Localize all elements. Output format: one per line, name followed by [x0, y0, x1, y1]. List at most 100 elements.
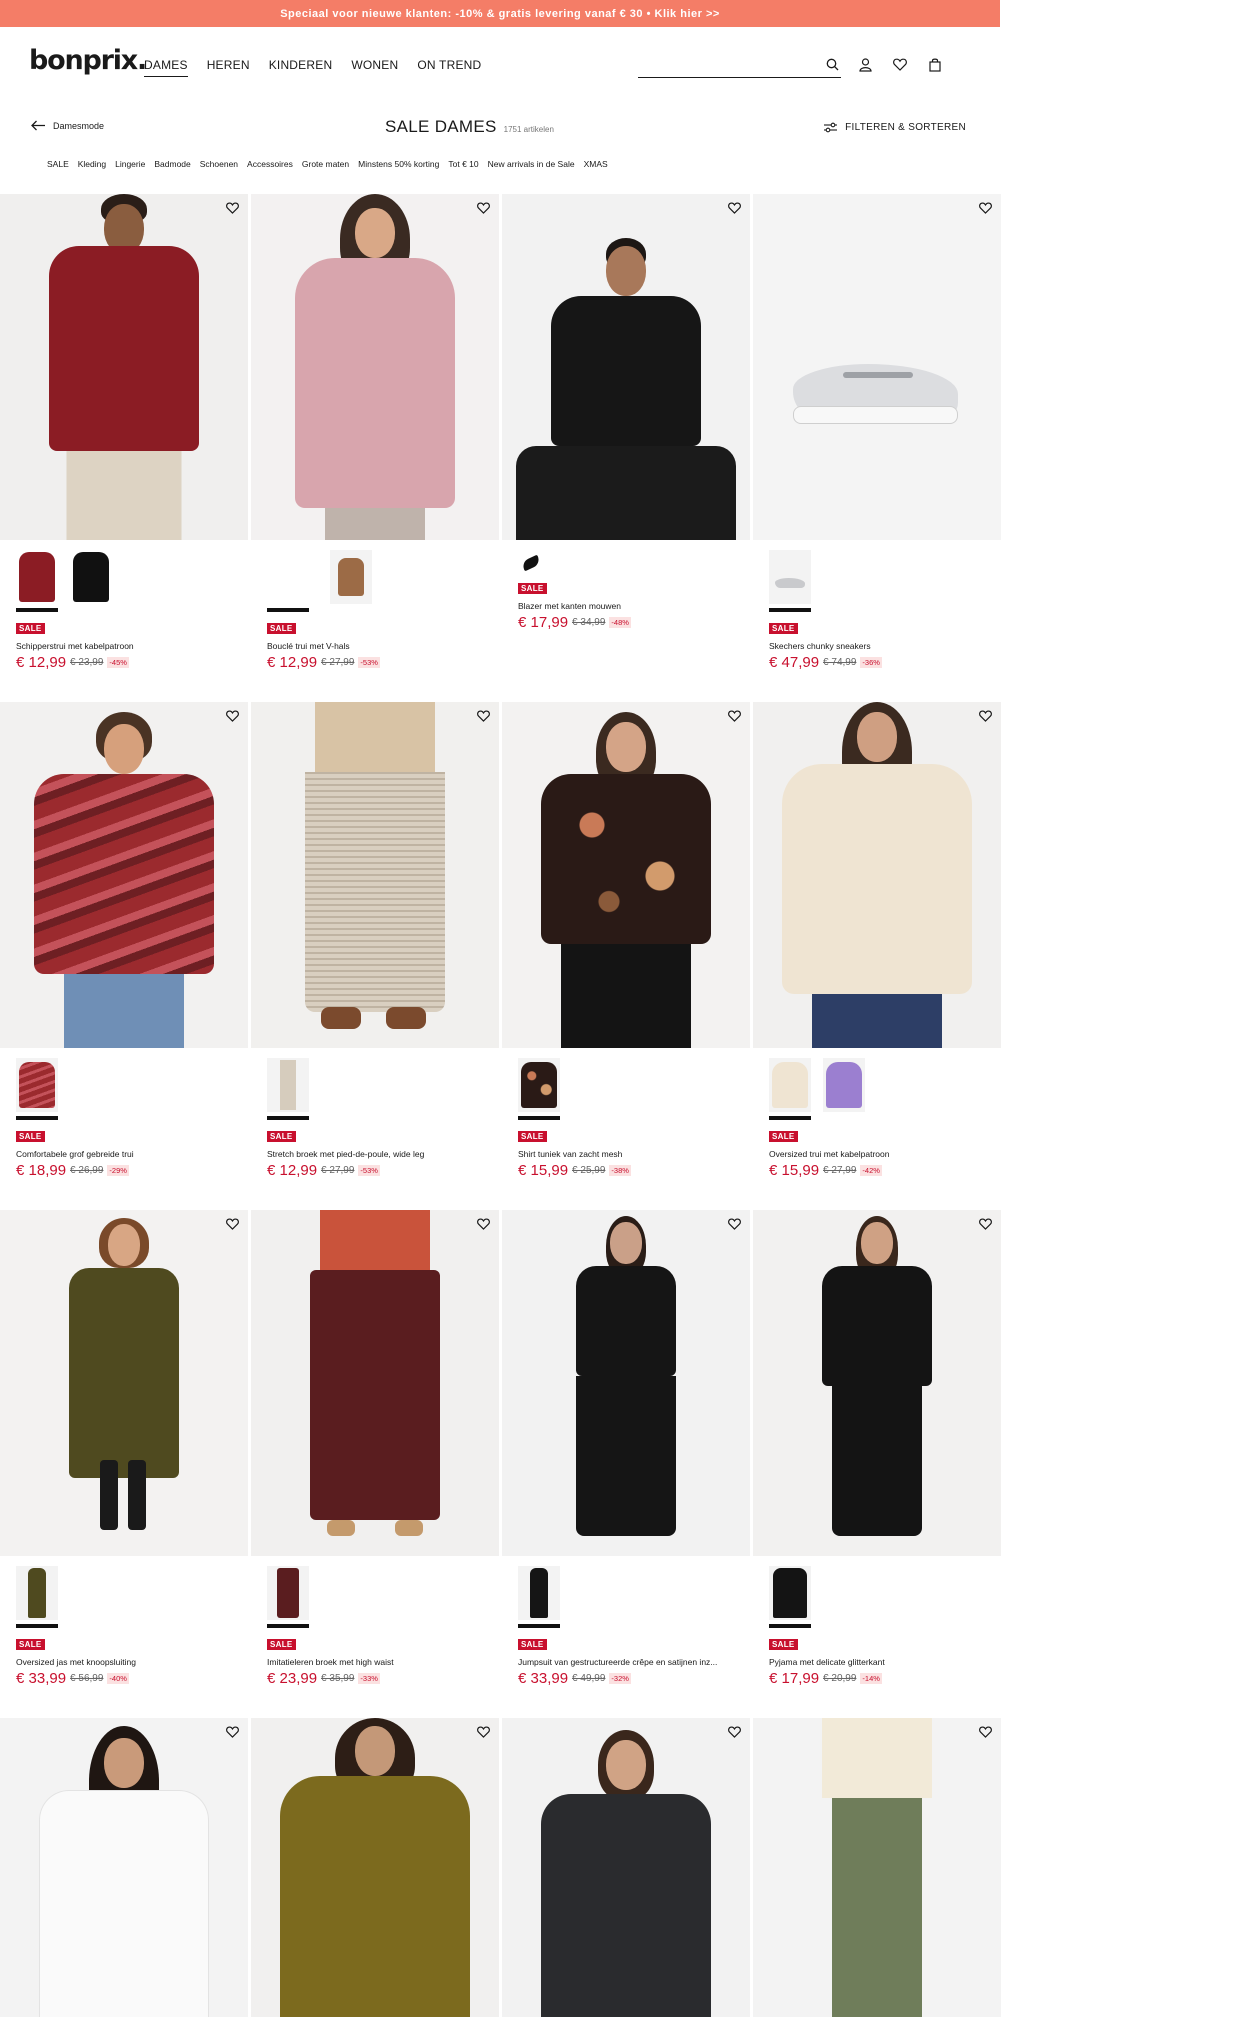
product-card[interactable]: SALE Schipperstrui met kabelpatroon € 12…: [0, 194, 248, 702]
product-image[interactable]: [502, 1718, 750, 2017]
wishlist-heart-icon[interactable]: [728, 202, 741, 214]
product-image[interactable]: [0, 194, 248, 540]
swatch-cream[interactable]: [769, 1058, 811, 1112]
nav-wonen[interactable]: WONEN: [351, 58, 398, 77]
filter-sort-button[interactable]: FILTEREN & SORTEREN: [823, 122, 966, 133]
product-card[interactable]: SALE Shirt tuniek van zacht mesh € 15,99…: [502, 702, 750, 1210]
subnav-sale[interactable]: SALE: [47, 159, 69, 169]
nav-on-trend[interactable]: ON TREND: [417, 58, 481, 77]
product-card[interactable]: SALE Oversized trui met kabelpatroon € 1…: [753, 702, 1001, 1210]
product-name[interactable]: Imitatieleren broek met high waist: [267, 1657, 487, 1667]
subnav-badmode[interactable]: Badmode: [154, 159, 190, 169]
swatch-black[interactable]: [769, 1566, 811, 1620]
swatch-burgundy[interactable]: [267, 1566, 309, 1620]
subnav-schoenen[interactable]: Schoenen: [200, 159, 238, 169]
product-card[interactable]: [251, 1718, 499, 2017]
product-card[interactable]: SALE Imitatieleren broek met high waist …: [251, 1210, 499, 1718]
wishlist-heart-icon[interactable]: [728, 710, 741, 722]
swatch-olive[interactable]: [16, 1566, 58, 1620]
product-name[interactable]: Jumpsuit van gestructureerde crêpe en sa…: [518, 1657, 738, 1667]
promo-banner[interactable]: Speciaal voor nieuwe klanten: -10% & gra…: [0, 0, 1000, 27]
subnav-xmas[interactable]: XMAS: [584, 159, 608, 169]
swatch-red[interactable]: [16, 550, 58, 604]
product-name[interactable]: Shirt tuniek van zacht mesh: [518, 1149, 738, 1159]
back-link[interactable]: Damesmode: [31, 120, 104, 131]
product-name[interactable]: Oversized trui met kabelpatroon: [769, 1149, 989, 1159]
nav-kinderen[interactable]: KINDEREN: [269, 58, 333, 77]
subnav-accessoires[interactable]: Accessoires: [247, 159, 293, 169]
swatch-black[interactable]: [70, 550, 112, 604]
product-image[interactable]: [0, 1718, 248, 2017]
product-name[interactable]: Schipperstrui met kabelpatroon: [16, 641, 236, 651]
wishlist-heart-icon[interactable]: [226, 710, 239, 722]
product-image[interactable]: [753, 1718, 1001, 2017]
nav-heren[interactable]: HEREN: [207, 58, 250, 77]
swatch-silver[interactable]: [769, 550, 811, 604]
product-card[interactable]: [0, 1718, 248, 2017]
wishlist-heart-icon[interactable]: [226, 202, 239, 214]
wishlist-heart-icon[interactable]: [728, 1218, 741, 1230]
swatch-floral[interactable]: [518, 1058, 560, 1112]
wishlist-heart-icon[interactable]: [979, 202, 992, 214]
product-card[interactable]: SALE Comfortabele grof gebreide trui € 1…: [0, 702, 248, 1210]
product-name[interactable]: Stretch broek met pied-de-poule, wide le…: [267, 1149, 487, 1159]
product-image[interactable]: [251, 1210, 499, 1556]
cart-icon[interactable]: [929, 58, 941, 72]
wishlist-heart-icon[interactable]: [979, 1218, 992, 1230]
product-image[interactable]: [753, 194, 1001, 540]
wishlist-heart-icon[interactable]: [226, 1218, 239, 1230]
swatch-red-multi[interactable]: [16, 1058, 58, 1112]
product-image[interactable]: [251, 702, 499, 1048]
wishlist-heart-icon[interactable]: [477, 1726, 490, 1738]
product-card[interactable]: [502, 1718, 750, 2017]
product-image[interactable]: [753, 702, 1001, 1048]
product-card[interactable]: SALE Skechers chunky sneakers € 47,99 € …: [753, 194, 1001, 702]
product-name[interactable]: Oversized jas met knoopsluiting: [16, 1657, 236, 1667]
product-image[interactable]: [251, 194, 499, 540]
product-card[interactable]: SALE Blazer met kanten mouwen € 17,99 € …: [502, 194, 750, 702]
swatch-black[interactable]: [518, 1566, 560, 1620]
wishlist-heart-icon[interactable]: [477, 202, 490, 214]
product-image[interactable]: [0, 702, 248, 1048]
product-image[interactable]: [502, 1210, 750, 1556]
product-card[interactable]: [753, 1718, 1001, 2017]
wishlist-heart-icon[interactable]: [979, 710, 992, 722]
swatch-camel[interactable]: [330, 550, 372, 604]
swatch-black[interactable]: [518, 550, 546, 578]
swatch-lilac[interactable]: [823, 1058, 865, 1112]
product-name[interactable]: Skechers chunky sneakers: [769, 641, 989, 651]
product-image[interactable]: [251, 1718, 499, 2017]
subnav-tot-10[interactable]: Tot € 10: [448, 159, 478, 169]
search-icon[interactable]: [826, 58, 839, 71]
selected-swatch-indicator: [769, 1116, 811, 1120]
account-icon[interactable]: [859, 58, 872, 72]
wishlist-icon[interactable]: [893, 58, 907, 71]
subnav-kleding[interactable]: Kleding: [78, 159, 106, 169]
wishlist-heart-icon[interactable]: [979, 1726, 992, 1738]
subnav-minstens-50[interactable]: Minstens 50% korting: [358, 159, 439, 169]
product-card[interactable]: SALE Jumpsuit van gestructureerde crêpe …: [502, 1210, 750, 1718]
product-name[interactable]: Pyjama met delicate glitterkant: [769, 1657, 989, 1667]
product-image[interactable]: [753, 1210, 1001, 1556]
product-image[interactable]: [502, 194, 750, 540]
nav-dames[interactable]: DAMES: [144, 58, 188, 77]
product-card[interactable]: SALE Oversized jas met knoopsluiting € 3…: [0, 1210, 248, 1718]
wishlist-heart-icon[interactable]: [477, 710, 490, 722]
product-name[interactable]: Comfortabele grof gebreide trui: [16, 1149, 236, 1159]
wishlist-heart-icon[interactable]: [226, 1726, 239, 1738]
product-image[interactable]: [502, 702, 750, 1048]
swatch-beige[interactable]: [267, 1058, 309, 1112]
subnav-lingerie[interactable]: Lingerie: [115, 159, 145, 169]
search-input[interactable]: [638, 53, 841, 78]
product-image[interactable]: [0, 1210, 248, 1556]
subnav-new-arrivals[interactable]: New arrivals in de Sale: [488, 159, 575, 169]
wishlist-heart-icon[interactable]: [728, 1726, 741, 1738]
product-card[interactable]: SALE Stretch broek met pied-de-poule, wi…: [251, 702, 499, 1210]
product-name[interactable]: Blazer met kanten mouwen: [518, 601, 738, 611]
bonprix-logo[interactable]: bonprix.: [29, 45, 147, 76]
wishlist-heart-icon[interactable]: [477, 1218, 490, 1230]
product-card[interactable]: SALE Bouclé trui met V-hals € 12,99 € 27…: [251, 194, 499, 702]
product-name[interactable]: Bouclé trui met V-hals: [267, 641, 487, 651]
product-card[interactable]: SALE Pyjama met delicate glitterkant € 1…: [753, 1210, 1001, 1718]
subnav-grote-maten[interactable]: Grote maten: [302, 159, 349, 169]
